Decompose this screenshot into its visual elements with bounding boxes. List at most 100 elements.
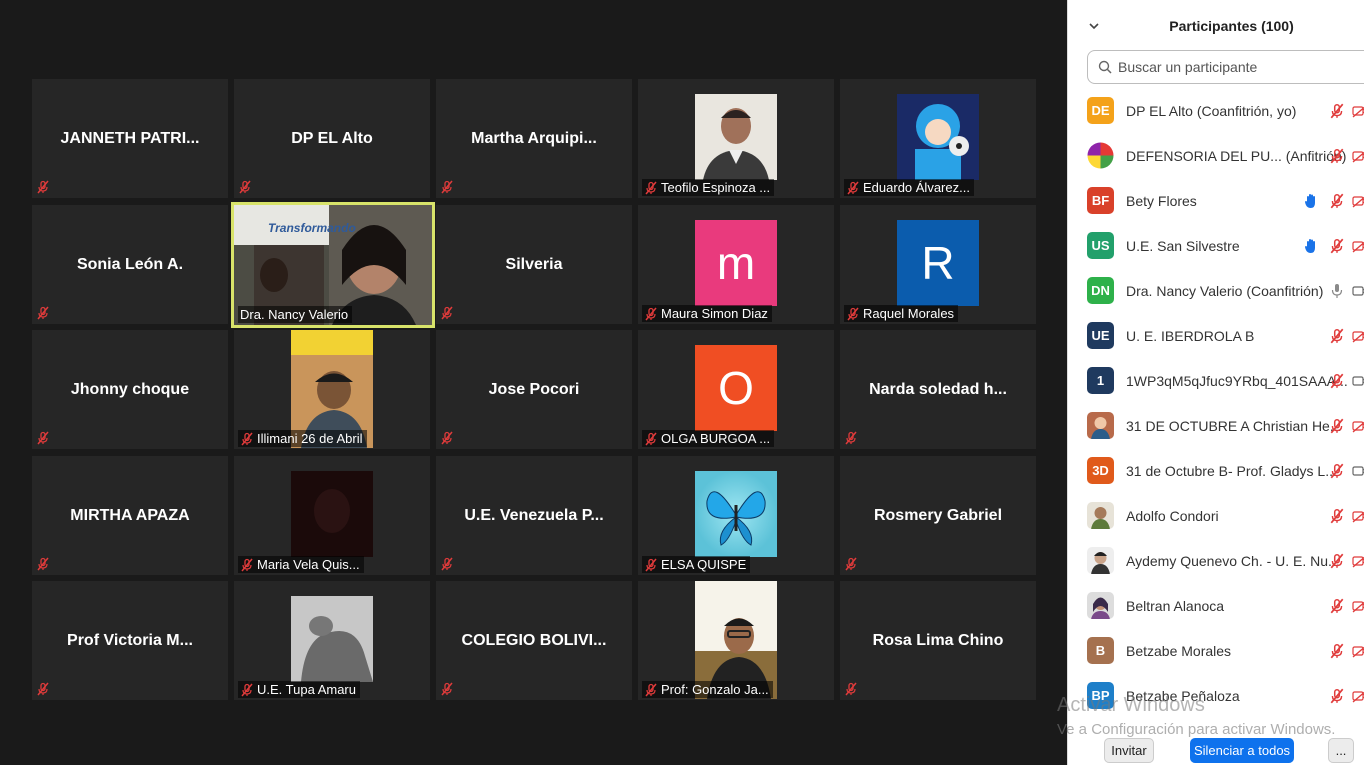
participant-name-label: Prof: Gonzalo Ja...: [642, 681, 773, 698]
camera-off-icon[interactable]: [1352, 419, 1364, 433]
camera-off-icon[interactable]: [1352, 509, 1364, 523]
participant-name: 31 DE OCTUBRE A Christian He...: [1126, 417, 1342, 434]
video-tile[interactable]: Eduardo Álvarez...: [840, 79, 1036, 198]
camera-off-icon[interactable]: [1352, 644, 1364, 658]
camera-icon[interactable]: [1352, 374, 1364, 388]
camera-off-icon[interactable]: [1352, 239, 1364, 253]
video-tile[interactable]: m Maura Simon Diaz: [638, 205, 834, 324]
camera-off-icon[interactable]: [1352, 599, 1364, 613]
camera-off-icon[interactable]: [1352, 194, 1364, 208]
avatar: BF: [1087, 187, 1114, 214]
participant-name: Dra. Nancy Valerio: [240, 307, 349, 322]
participant-row[interactable]: 3D 31 de Octubre B- Prof. Gladys L...: [1068, 448, 1364, 493]
mic-muted-icon[interactable]: [1329, 597, 1345, 615]
participant-name-label: ELSA QUISPE: [642, 556, 751, 573]
mic-muted-icon: [36, 557, 50, 571]
participant-search-box[interactable]: [1087, 50, 1364, 84]
invite-button[interactable]: Invitar: [1104, 738, 1154, 763]
participant-row[interactable]: Adolfo Condori: [1068, 493, 1364, 538]
mic-muted-icon[interactable]: [1329, 147, 1345, 165]
mic-muted-icon[interactable]: [1329, 237, 1345, 255]
participant-row[interactable]: 31 DE OCTUBRE A Christian He...: [1068, 403, 1364, 448]
mic-muted-icon[interactable]: [1329, 462, 1345, 480]
participant-name-label: Raquel Morales: [844, 305, 959, 322]
video-tile[interactable]: Silveria: [436, 205, 632, 324]
camera-off-icon[interactable]: [1352, 149, 1364, 163]
mic-icon[interactable]: [1329, 282, 1345, 300]
participant-search-input[interactable]: [1118, 59, 1338, 75]
video-tile[interactable]: Rosa Lima Chino: [840, 581, 1036, 700]
mic-muted-icon[interactable]: [1329, 642, 1345, 660]
mic-muted-icon[interactable]: [1329, 687, 1345, 705]
participant-row[interactable]: B Betzabe Morales: [1068, 628, 1364, 673]
participant-row[interactable]: DE DP EL Alto (Coanfitrión, yo): [1068, 88, 1364, 133]
profile-photo: [897, 94, 979, 180]
camera-icon[interactable]: [1352, 284, 1364, 298]
video-tile[interactable]: Sonia León A.: [32, 205, 228, 324]
video-tile[interactable]: Transformando Dra. Nancy Valerio: [231, 202, 435, 328]
camera-off-icon[interactable]: [1352, 104, 1364, 118]
profile-photo: [291, 596, 373, 682]
mic-muted-icon: [644, 432, 658, 446]
participant-name-label: Illimani 26 de Abril: [238, 430, 367, 447]
video-tile[interactable]: U.E. Tupa Amaru: [234, 581, 430, 700]
video-tile[interactable]: Martha Arquipi...: [436, 79, 632, 198]
mic-muted-icon[interactable]: [1329, 102, 1345, 120]
avatar: [1087, 142, 1114, 169]
participants-header: Participantes (100): [1068, 0, 1364, 50]
participant-name: OLGA BURGOA ...: [661, 431, 771, 446]
mic-muted-icon[interactable]: [1329, 552, 1345, 570]
mic-muted-icon: [846, 307, 860, 321]
video-tile[interactable]: DP EL Alto: [234, 79, 430, 198]
video-tile[interactable]: ELSA QUISPE: [638, 456, 834, 575]
participant-row[interactable]: BF Bety Flores: [1068, 178, 1364, 223]
raised-hand-icon: [1304, 193, 1318, 209]
avatar: B: [1087, 637, 1114, 664]
video-tile[interactable]: Jhonny choque: [32, 330, 228, 449]
video-tile[interactable]: Narda soledad h...: [840, 330, 1036, 449]
mic-muted-icon[interactable]: [1329, 327, 1345, 345]
mic-muted-icon[interactable]: [1329, 192, 1345, 210]
participant-row[interactable]: UE U. E. IBERDROLA B: [1068, 313, 1364, 358]
mute-all-button[interactable]: Silenciar a todos: [1190, 738, 1294, 763]
video-tile[interactable]: Jose Pocori: [436, 330, 632, 449]
video-tile[interactable]: COLEGIO BOLIVI...: [436, 581, 632, 700]
profile-photo: [291, 471, 373, 557]
video-tile[interactable]: Maria Vela Quis...: [234, 456, 430, 575]
camera-off-icon[interactable]: [1352, 554, 1364, 568]
participant-row[interactable]: US U.E. San Silvestre: [1068, 223, 1364, 268]
more-options-button[interactable]: ...: [1328, 738, 1354, 763]
participant-row[interactable]: 1 1WP3qM5qJfuc9YRbq_401SAAA...: [1068, 358, 1364, 403]
mic-muted-icon[interactable]: [1329, 507, 1345, 525]
video-tile[interactable]: R Raquel Morales: [840, 205, 1036, 324]
participant-row[interactable]: Beltran Alanoca: [1068, 583, 1364, 628]
video-tile[interactable]: Prof: Gonzalo Ja...: [638, 581, 834, 700]
profile-photo: [695, 94, 777, 180]
mic-muted-icon: [240, 558, 254, 572]
participant-name: Bety Flores: [1126, 192, 1197, 209]
video-tile[interactable]: Teofilo Espinoza ...: [638, 79, 834, 198]
video-tile[interactable]: U.E. Venezuela P...: [436, 456, 632, 575]
camera-off-icon[interactable]: [1352, 329, 1364, 343]
video-tile[interactable]: JANNETH PATRI...: [32, 79, 228, 198]
participant-row[interactable]: Aydemy Quenevo Ch. - U. E. Nu...: [1068, 538, 1364, 583]
participant-row[interactable]: DN Dra. Nancy Valerio (Coanfitrión): [1068, 268, 1364, 313]
video-tile[interactable]: O OLGA BURGOA ...: [638, 330, 834, 449]
video-tile[interactable]: Prof Victoria M...: [32, 581, 228, 700]
participant-name: Sonia León A.: [76, 255, 184, 273]
participant-name: DEFENSORIA DEL PU... (Anfitrión): [1126, 147, 1347, 164]
mic-muted-icon: [644, 683, 658, 697]
mic-muted-icon[interactable]: [1329, 372, 1345, 390]
video-tile[interactable]: Rosmery Gabriel: [840, 456, 1036, 575]
camera-icon[interactable]: [1352, 464, 1364, 478]
mic-muted-icon: [36, 306, 50, 320]
video-tile[interactable]: MIRTHA APAZA: [32, 456, 228, 575]
mic-muted-icon: [238, 180, 252, 194]
participant-row[interactable]: DEFENSORIA DEL PU... (Anfitrión): [1068, 133, 1364, 178]
camera-off-icon[interactable]: [1352, 689, 1364, 703]
search-icon: [1098, 60, 1112, 74]
video-tile[interactable]: Illimani 26 de Abril: [234, 330, 430, 449]
participant-name-label: Eduardo Álvarez...: [844, 179, 974, 196]
mic-muted-icon: [36, 431, 50, 445]
mic-muted-icon[interactable]: [1329, 417, 1345, 435]
